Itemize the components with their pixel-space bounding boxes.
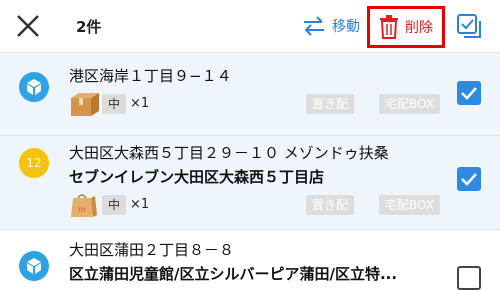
tag-delivery-box: 宅配BOX — [379, 195, 440, 215]
package-box-icon — [19, 251, 49, 281]
move-button[interactable]: 移動 — [302, 12, 360, 40]
size-tag: 中 — [102, 94, 127, 114]
store-name: セブンイレブン大田区大森西５丁目店 — [69, 168, 325, 186]
trash-icon — [380, 15, 398, 39]
row-checkbox[interactable] — [457, 81, 481, 105]
row-checkbox[interactable] — [457, 167, 481, 191]
quantity: ×1 — [130, 197, 150, 212]
list-item[interactable]: 12 大田区大森西５丁目２９－１０ メゾンドゥ扶桑 セブンイレブン大田区大森西５… — [0, 136, 500, 229]
selected-count: 2件 — [76, 18, 102, 36]
delivery-address: 大田区蒲田２丁目８－８ — [69, 241, 235, 259]
paper-bag-icon: m — [69, 193, 101, 218]
close-button[interactable] — [12, 10, 44, 42]
quantity: ×1 — [130, 96, 150, 111]
list-item[interactable]: 大田区蒲田２丁目８－８ 区立蒲田児童館/区立シルバーピア蒲田/区立特... — [0, 230, 500, 290]
move-label: 移動 — [332, 19, 360, 35]
tag-okihai: 置き配 — [306, 94, 355, 114]
cardboard-box-icon — [69, 92, 101, 117]
svg-text:m: m — [78, 205, 86, 214]
delivery-address: 大田区大森西５丁目２９－１０ メゾンドゥ扶桑 — [69, 144, 389, 162]
number-badge-icon: 12 — [19, 148, 49, 178]
delete-label: 削除 — [405, 20, 433, 36]
swap-arrows-icon — [304, 16, 324, 36]
close-icon — [17, 15, 39, 37]
delete-button[interactable]: 削除 — [367, 6, 445, 48]
checkmark-icon — [461, 173, 477, 186]
row-checkbox[interactable] — [457, 266, 481, 290]
select-all-button[interactable] — [456, 13, 484, 41]
tag-okihai: 置き配 — [306, 195, 355, 215]
delivery-address: 港区海岸１丁目９−１４ — [69, 67, 232, 85]
package-box-icon — [19, 72, 49, 102]
header-bar: 2件 移動 削除 — [0, 0, 500, 53]
list-item[interactable]: 港区海岸１丁目９−１４ 中 ×1 置き配 宅配BOX — [0, 53, 500, 135]
size-tag: 中 — [102, 195, 127, 215]
checkmark-icon — [461, 87, 477, 100]
multi-check-icon — [457, 14, 481, 38]
tag-delivery-box: 宅配BOX — [379, 94, 440, 114]
store-name: 区立蒲田児童館/区立シルバーピア蒲田/区立特... — [69, 265, 398, 283]
